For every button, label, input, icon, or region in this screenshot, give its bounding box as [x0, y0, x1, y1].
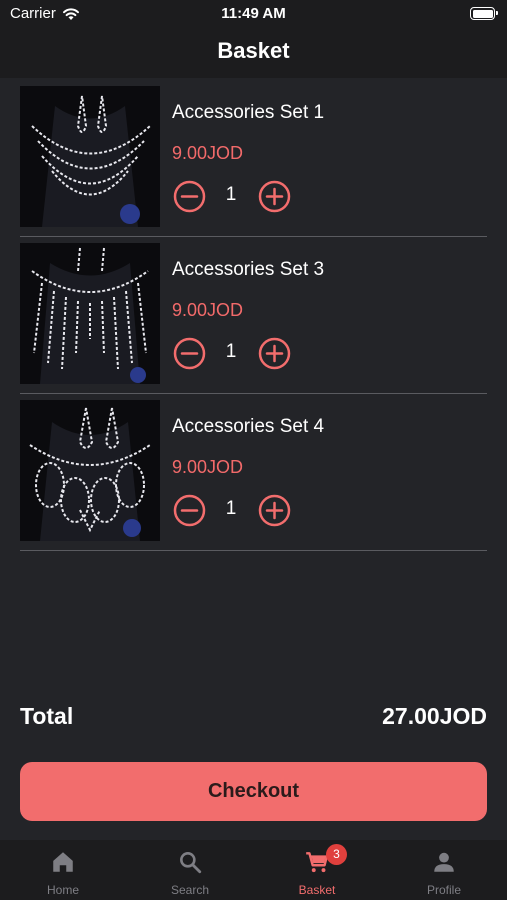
increase-quantity-button[interactable] — [258, 337, 291, 370]
decrease-quantity-button[interactable] — [173, 337, 206, 370]
item-price: 9.00JOD — [172, 457, 244, 477]
status-bar: Carrier 11:49 AM — [0, 0, 507, 28]
tab-search[interactable]: Search — [127, 840, 253, 900]
page-title: Basket — [217, 38, 290, 63]
item-name: Accessories Set 1 — [172, 102, 325, 123]
decrease-quantity-button[interactable] — [173, 180, 206, 213]
quantity-value: 1 — [225, 341, 237, 362]
basket-item: Accessories Set 4 9.00JOD 1 — [20, 394, 487, 551]
search-icon — [180, 852, 202, 874]
increase-quantity-button[interactable] — [258, 180, 291, 213]
tab-label: Search — [170, 883, 210, 897]
product-image — [20, 86, 160, 227]
status-time: 11:49 AM — [221, 5, 286, 22]
item-price: 9.00JOD — [172, 300, 244, 320]
basket-item: Accessories Set 1 9.00JOD 1 — [20, 80, 487, 237]
decrease-quantity-button[interactable] — [173, 494, 206, 527]
tab-label: Profile — [426, 883, 461, 897]
tab-label: Home — [46, 883, 79, 897]
tab-profile[interactable]: Profile — [381, 840, 507, 900]
person-icon — [434, 852, 454, 872]
tab-home[interactable]: Home — [0, 840, 126, 900]
battery-icon — [470, 7, 498, 20]
cart-count-badge: 3 — [326, 844, 347, 865]
product-image — [20, 243, 160, 384]
tab-basket[interactable]: 3 Basket — [254, 840, 380, 900]
quantity-value: 1 — [225, 498, 237, 519]
item-name: Accessories Set 3 — [172, 259, 325, 280]
product-image — [20, 400, 160, 541]
navigation-bar: Basket — [0, 28, 507, 78]
item-price: 9.00JOD — [172, 143, 244, 163]
basket-item: Accessories Set 3 9.00JOD 1 — [20, 237, 487, 394]
tab-label: Basket — [298, 883, 336, 897]
item-name: Accessories Set 4 — [172, 416, 325, 437]
checkout-button[interactable]: Checkout — [20, 762, 487, 821]
tab-bar: Home Search 3 Basket Profile — [0, 840, 507, 900]
total-value: 27.00JOD — [382, 703, 487, 729]
increase-quantity-button[interactable] — [258, 494, 291, 527]
basket-list: Accessories Set 1 9.00JOD 1 Accessories … — [20, 80, 487, 551]
home-icon — [53, 852, 73, 872]
total-label: Total — [20, 703, 74, 729]
quantity-value: 1 — [225, 184, 237, 205]
